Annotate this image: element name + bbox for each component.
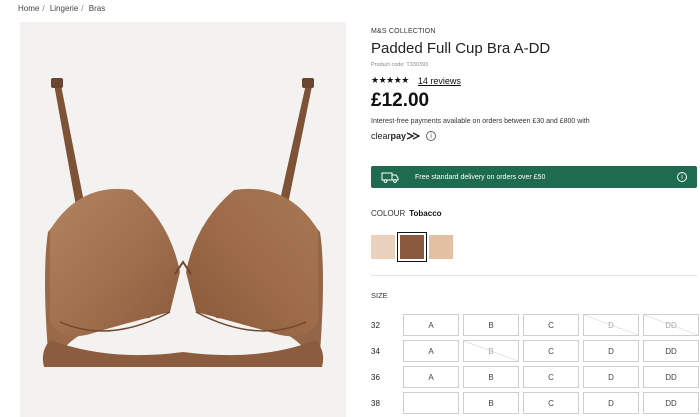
clearpay-arrows-icon (406, 132, 421, 140)
delivery-banner-text: Free standard delivery on orders over £5… (415, 173, 546, 181)
clearpay-text-a: clear (371, 131, 391, 141)
cup-option[interactable]: DD (643, 366, 699, 388)
truck-icon (381, 172, 399, 183)
breadcrumb: Home / Lingerie / Bras (18, 4, 108, 13)
product-code: Product code: T330393 (371, 62, 429, 68)
cup-option[interactable]: C (523, 366, 579, 388)
product-info: M&S COLLECTION Padded Full Cup Bra A-DD … (371, 28, 697, 141)
divider (371, 275, 697, 276)
cup-option[interactable]: D (583, 366, 639, 388)
cup-option[interactable]: DD (643, 392, 699, 414)
breadcrumb-separator: / (42, 4, 45, 13)
breadcrumb-lingerie[interactable]: Lingerie (50, 4, 78, 13)
size-row: 32 A B C D DD (371, 312, 700, 338)
cup-option[interactable]: D (583, 340, 639, 362)
breadcrumb-home[interactable]: Home (18, 4, 39, 13)
size-row: 36 A B C D DD (371, 364, 700, 390)
colour-label: COLOUR (371, 209, 406, 218)
band-size: 36 (371, 372, 380, 382)
price: £12.00 (371, 90, 430, 111)
colour-swatches (371, 232, 458, 262)
cup-option[interactable]: B (463, 366, 519, 388)
size-row: 38 B C D DD (371, 390, 700, 416)
cup-option[interactable]: D (583, 392, 639, 414)
brand-name[interactable]: M&S COLLECTION (371, 28, 697, 35)
cup-option[interactable]: DD (643, 340, 699, 362)
cup-option[interactable]: A (403, 366, 459, 388)
cup-option[interactable]: B (463, 392, 519, 414)
band-size: 34 (371, 346, 380, 356)
breadcrumb-separator: / (81, 4, 84, 13)
cup-option-unavailable[interactable]: B (463, 340, 519, 362)
cup-option[interactable]: A (403, 314, 459, 336)
bra-illustration (42, 78, 324, 367)
product-image[interactable] (20, 22, 346, 417)
cup-option[interactable]: C (523, 314, 579, 336)
colour-swatch[interactable] (429, 235, 453, 259)
rating-stars: ★★★★★ (371, 75, 409, 85)
band-size: 32 (371, 320, 380, 330)
size-grid: 32 A B C D DD 34 A B C D DD 36 A B C D D… (371, 312, 700, 416)
clearpay-logo: clear pay i (371, 131, 697, 141)
info-icon[interactable]: i (677, 172, 687, 182)
cup-option-unavailable[interactable]: D (583, 314, 639, 336)
cup-option[interactable]: C (523, 340, 579, 362)
rating: ★★★★★ 14 reviews (371, 75, 697, 86)
colour-swatch-selected[interactable] (397, 232, 427, 262)
colour-selector-label: COLOUR Tobacco (371, 209, 442, 218)
finance-text: Interest-free payments available on orde… (371, 118, 590, 125)
cup-option[interactable]: C (523, 392, 579, 414)
cup-option-empty (403, 392, 459, 414)
delivery-banner[interactable]: Free standard delivery on orders over £5… (371, 166, 697, 188)
size-row: 34 A B C D DD (371, 338, 700, 364)
selected-colour: Tobacco (409, 209, 442, 218)
band-size: 38 (371, 398, 380, 408)
cup-option-unavailable[interactable]: DD (643, 314, 699, 336)
size-label: SIZE (371, 291, 388, 300)
reviews-link[interactable]: 14 reviews (418, 76, 461, 86)
cup-option[interactable]: B (463, 314, 519, 336)
breadcrumb-bras[interactable]: Bras (89, 4, 105, 13)
clearpay-text-b: pay (390, 131, 407, 141)
product-title: Padded Full Cup Bra A-DD (371, 40, 551, 57)
cup-option[interactable]: A (403, 340, 459, 362)
colour-swatch[interactable] (371, 235, 395, 259)
info-icon[interactable]: i (426, 131, 437, 141)
